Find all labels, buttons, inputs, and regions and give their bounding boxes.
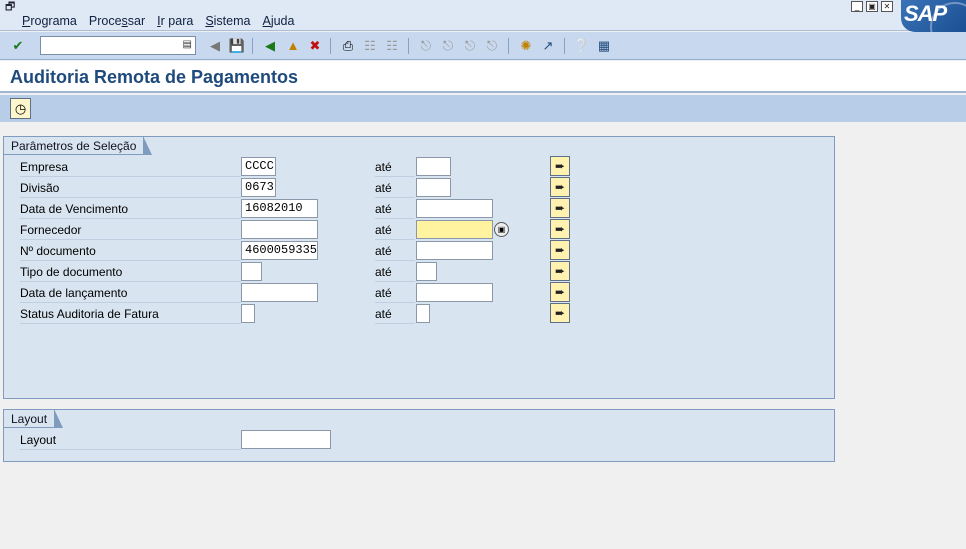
value-help-icon[interactable]: ▣ <box>494 222 509 237</box>
execute-clock-icon[interactable]: ◷ <box>10 98 31 119</box>
multiple-selection-arrow-icon[interactable]: ➨ <box>550 198 570 218</box>
selection-row-fornecedor: Fornecedor até ▣ ➨ <box>4 219 834 240</box>
documento-to-field[interactable] <box>416 241 493 260</box>
page-title: Auditoria Remota de Pagamentos <box>10 67 299 87</box>
title-bar: Auditoria Remota de Pagamentos <box>0 61 966 93</box>
ate-label: até <box>375 221 415 240</box>
menu-processar[interactable]: Processar <box>89 14 145 28</box>
multiple-selection-arrow-icon[interactable]: ➨ <box>550 303 570 323</box>
command-history-icon[interactable]: ▤ <box>183 39 192 50</box>
multiple-selection-arrow-icon[interactable]: ➨ <box>550 219 570 239</box>
cancel-icon[interactable]: ✖ <box>306 37 324 55</box>
status-from-field[interactable] <box>241 304 255 323</box>
toolbar-separator <box>408 38 409 54</box>
selection-row-empresa: Empresa CCCC até ➨ <box>4 156 834 177</box>
ate-label: até <box>375 242 415 261</box>
first-page-icon: ⎋ <box>420 38 432 53</box>
selection-row-data-lancamento: Data de lançamento até ➨ <box>4 282 834 303</box>
empresa-from-field[interactable]: CCCC <box>241 157 276 176</box>
find-next-icon: ☷ <box>386 38 398 53</box>
vencimento-from-field[interactable]: 16082010 <box>241 199 318 218</box>
documento-from-field[interactable]: 4600059335 <box>241 241 318 260</box>
collapse-arrow-icon[interactable]: ◀ <box>206 37 224 55</box>
multiple-selection-arrow-icon[interactable]: ➨ <box>550 240 570 260</box>
standard-toolbar: ✔ ▤ ◀ 💾 ◀ ▲ ✖ ⎙ ☷ ☷ ⎋ ⎋ ⎋ ⎋ ✺ ↗ ❔ ▦ <box>0 32 966 60</box>
selection-row-documento: Nº documento 4600059335 até ➨ <box>4 240 834 261</box>
menu-sistema[interactable]: Sistema <box>205 14 250 28</box>
ate-label: até <box>375 263 415 282</box>
row-label: Status Auditoria de Fatura <box>20 305 241 324</box>
selection-parameters-group: Parâmetros de Seleção Empresa CCCC até ➨… <box>3 136 835 399</box>
selection-row-divisao: Divisão 0673 até ➨ <box>4 177 834 198</box>
menu-ir-para[interactable]: Ir para <box>157 14 193 28</box>
find-icon: ☷ <box>364 38 376 53</box>
fornecedor-to-field[interactable] <box>416 220 493 239</box>
tipo-doc-from-field[interactable] <box>241 262 262 281</box>
multiple-selection-arrow-icon[interactable]: ➨ <box>550 261 570 281</box>
save-icon[interactable]: 💾 <box>228 37 246 55</box>
window-menu-icon[interactable]: 🗗 <box>5 1 19 13</box>
help-icon[interactable]: ❔ <box>573 37 591 55</box>
minimize-icon[interactable]: _ <box>851 1 863 12</box>
layout-row: Layout <box>4 429 834 450</box>
row-label: Empresa <box>20 158 241 177</box>
ate-label: até <box>375 158 415 177</box>
maximize-icon[interactable]: ▣ <box>866 1 878 12</box>
exit-icon[interactable]: ▲ <box>284 37 302 55</box>
divisao-from-field[interactable]: 0673 <box>241 178 276 197</box>
row-label: Data de lançamento <box>20 284 241 303</box>
customize-layout-icon[interactable]: ▦ <box>595 37 613 55</box>
layout-label: Layout <box>20 431 241 450</box>
tipo-doc-to-field[interactable] <box>416 262 437 281</box>
multiple-selection-arrow-icon[interactable]: ➨ <box>550 282 570 302</box>
application-toolbar: ◷ <box>0 95 966 122</box>
row-label: Divisão <box>20 179 241 198</box>
ate-label: até <box>375 200 415 219</box>
menu-ajuda[interactable]: Ajuda <box>262 14 294 28</box>
multiple-selection-arrow-icon[interactable]: ➨ <box>550 177 570 197</box>
status-to-field[interactable] <box>416 304 430 323</box>
command-field[interactable]: ▤ <box>40 36 196 55</box>
enter-check-icon[interactable]: ✔ <box>9 37 27 55</box>
menu-bar: 🗗 Programa Processar Ir para Sistema Aju… <box>0 0 966 32</box>
layout-group: Layout Layout <box>3 409 835 462</box>
row-label: Data de Vencimento <box>20 200 241 219</box>
fornecedor-from-field[interactable] <box>241 220 318 239</box>
menu-programa[interactable]: Programa <box>22 14 77 28</box>
toolbar-separator <box>564 38 565 54</box>
selection-row-tipo-documento: Tipo de documento até ➨ <box>4 261 834 282</box>
create-session-icon[interactable]: ✺ <box>517 37 535 55</box>
previous-page-icon: ⎋ <box>442 38 454 53</box>
vencimento-to-field[interactable] <box>416 199 493 218</box>
row-label: Nº documento <box>20 242 241 261</box>
create-shortcut-icon[interactable]: ↗ <box>539 37 557 55</box>
toolbar-separator <box>330 38 331 54</box>
back-icon[interactable]: ◀ <box>261 37 279 55</box>
ate-label: até <box>375 284 415 303</box>
close-icon[interactable]: ✕ <box>881 1 893 12</box>
row-label: Tipo de documento <box>20 263 241 282</box>
selection-group-title: Parâmetros de Seleção <box>4 136 153 155</box>
row-label: Fornecedor <box>20 221 241 240</box>
ate-label: até <box>375 305 415 324</box>
lancamento-to-field[interactable] <box>416 283 493 302</box>
ate-label: até <box>375 179 415 198</box>
empresa-to-field[interactable] <box>416 157 451 176</box>
last-page-icon: ⎋ <box>486 38 498 53</box>
divisao-to-field[interactable] <box>416 178 451 197</box>
menu-items: Programa Processar Ir para Sistema Ajuda <box>16 14 300 28</box>
next-page-icon: ⎋ <box>464 38 476 53</box>
selection-row-data-vencimento: Data de Vencimento 16082010 até ➨ <box>4 198 834 219</box>
sap-logo: SAP <box>901 0 966 32</box>
print-icon[interactable]: ⎙ <box>339 37 357 55</box>
layout-group-title: Layout <box>4 409 64 428</box>
layout-field[interactable] <box>241 430 331 449</box>
toolbar-separator <box>508 38 509 54</box>
toolbar-separator <box>252 38 253 54</box>
command-input[interactable] <box>41 37 179 55</box>
window-controls: _ ▣ ✕ <box>851 1 893 12</box>
selection-row-status-auditoria: Status Auditoria de Fatura até ➨ <box>4 303 834 324</box>
multiple-selection-arrow-icon[interactable]: ➨ <box>550 156 570 176</box>
lancamento-from-field[interactable] <box>241 283 318 302</box>
